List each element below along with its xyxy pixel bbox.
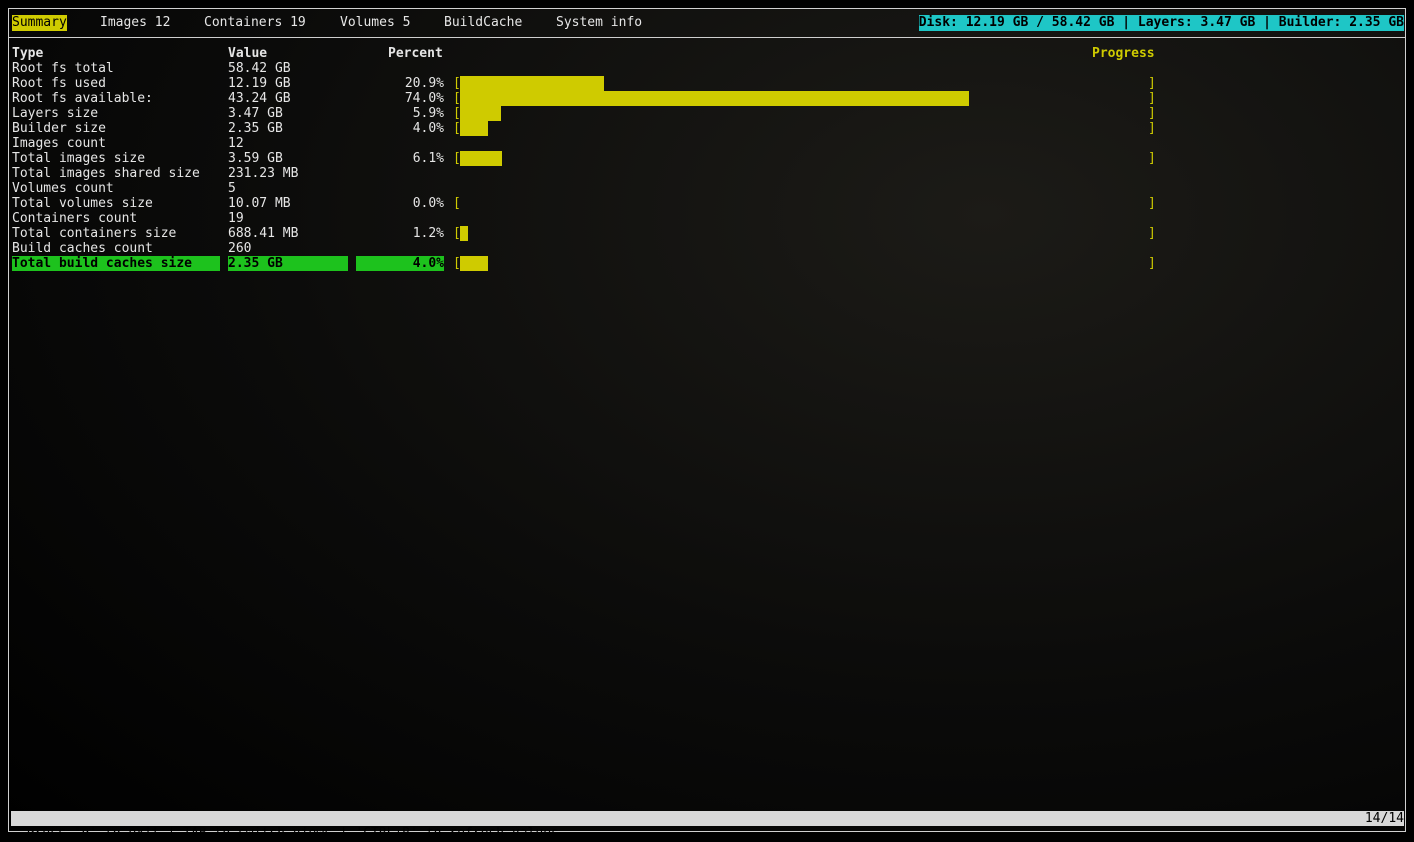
table-row[interactable]: Root fs used 12.19 GB 20.9%[] xyxy=(12,76,1162,91)
progress-bar-fill xyxy=(460,151,502,166)
progress-bracket-close: ] xyxy=(1148,256,1156,271)
progress-bracket-close: ] xyxy=(1148,106,1156,121)
row-percent: 4.0% xyxy=(356,256,444,271)
progress-bracket-close: ] xyxy=(1148,76,1156,91)
row-value: 43.24 GB xyxy=(228,91,291,106)
row-type: Total volumes size xyxy=(12,196,153,211)
table-row[interactable]: Root fs available: 43.24 GB 74.0%[] xyxy=(12,91,1162,106)
row-type: Root fs available: xyxy=(12,91,153,106)
progress-bar-fill xyxy=(460,121,488,136)
table-row[interactable]: Layers size 3.47 GB 5.9%[] xyxy=(12,106,1162,121)
row-percent xyxy=(356,136,444,151)
progress-bracket-close: ] xyxy=(1148,121,1156,136)
progress-bar-fill xyxy=(460,106,501,121)
table-row[interactable]: Total images size 3.59 GB 6.1%[] xyxy=(12,151,1162,166)
row-percent xyxy=(356,181,444,196)
progress-bar-fill xyxy=(460,256,488,271)
row-type: Total images size xyxy=(12,151,146,166)
row-type: Root fs used xyxy=(12,76,106,91)
row-percent: 0.0% xyxy=(412,196,444,211)
tab-bar: Summary Images 12 Containers 19 Volumes … xyxy=(12,15,642,31)
row-type: Root fs total xyxy=(12,61,114,76)
row-value: 10.07 MB xyxy=(228,196,291,211)
row-type: Containers count xyxy=(12,211,138,226)
table-row[interactable]: Total containers size 688.41 MB 1.2%[] xyxy=(12,226,1162,241)
row-percent: 1.2% xyxy=(412,226,444,241)
row-percent xyxy=(356,241,444,256)
table-row[interactable]: Root fs total 58.42 GB xyxy=(12,61,1162,76)
row-percent xyxy=(356,211,444,226)
tab-system-info[interactable]: System info xyxy=(556,15,642,31)
column-header-progress: Progress xyxy=(1092,46,1155,61)
progress-bar-fill xyxy=(460,226,468,241)
progress-bracket-close: ] xyxy=(1148,196,1156,211)
row-value: 688.41 MB xyxy=(228,226,299,241)
row-type: Images count xyxy=(12,136,106,151)
table-row[interactable]: Containers count 19 xyxy=(12,211,1162,226)
table-row[interactable]: Images count 12 xyxy=(12,136,1162,151)
progress-bracket-close: ] xyxy=(1148,226,1156,241)
column-header-value: Value xyxy=(228,46,268,61)
row-percent: 5.9% xyxy=(412,106,444,121)
row-value: 12.19 GB xyxy=(228,76,291,91)
table-row[interactable]: Build caches count 260 xyxy=(12,241,1162,256)
tab-buildcache[interactable]: BuildCache xyxy=(444,15,522,31)
row-type: Total build caches size xyxy=(12,256,220,271)
row-type: Builder size xyxy=(12,121,106,136)
table-row[interactable]: Volumes count 5 xyxy=(12,181,1162,196)
row-value: 3.59 GB xyxy=(228,151,283,166)
row-percent: 20.9% xyxy=(404,76,444,91)
progress-bracket-close: ] xyxy=(1148,151,1156,166)
row-percent xyxy=(356,61,444,76)
tab-summary[interactable]: Summary xyxy=(12,15,67,31)
row-percent: 74.0% xyxy=(404,91,444,106)
column-header-type: Type xyxy=(12,46,44,61)
row-value: 2.35 GB xyxy=(228,256,348,271)
progress-bar-fill xyxy=(460,91,969,106)
row-position-indicator: 14/14 xyxy=(1364,811,1404,826)
row-percent: 4.0% xyxy=(412,121,444,136)
tab-volumes[interactable]: Volumes 5 xyxy=(340,15,410,31)
row-value: 5 xyxy=(228,181,236,196)
row-value: 260 xyxy=(228,241,252,256)
table-row[interactable]: Total volumes size 10.07 MB 0.0% [] xyxy=(12,196,1162,211)
row-type: Layers size xyxy=(12,106,99,121)
row-type: Total containers size xyxy=(12,226,177,241)
progress-bracket-close: ] xyxy=(1148,91,1156,106)
table-row[interactable]: Total build caches size 2.35 GB 4.0%[] xyxy=(12,256,1162,271)
tab-images[interactable]: Images 12 xyxy=(100,15,170,31)
row-percent xyxy=(356,166,444,181)
row-value: 58.42 GB xyxy=(228,61,291,76)
row-type: Total images shared size xyxy=(12,166,200,181)
status-bar: Press 'q' to exit | TAB to switch views … xyxy=(11,811,1404,841)
progress-bar-fill xyxy=(460,76,604,91)
column-header-percent: Percent xyxy=(388,46,443,61)
row-value: 3.47 GB xyxy=(228,106,283,121)
row-value: 2.35 GB xyxy=(228,121,283,136)
row-value: 19 xyxy=(228,211,244,226)
row-value: 12 xyxy=(228,136,244,151)
table-row[interactable]: Builder size 2.35 GB 4.0%[] xyxy=(12,121,1162,136)
disk-usage-summary: Disk: 12.19 GB / 58.42 GB | Layers: 3.47… xyxy=(918,15,1404,31)
row-type: Build caches count xyxy=(12,241,153,256)
tab-divider xyxy=(9,37,1405,38)
help-text: Press 'q' to exit | TAB to switch views … xyxy=(26,826,559,841)
table-row[interactable]: Total images shared size 231.23 MB xyxy=(12,166,1162,181)
tab-containers[interactable]: Containers 19 xyxy=(204,15,306,31)
row-value: 231.23 MB xyxy=(228,166,299,181)
row-percent: 6.1% xyxy=(412,151,444,166)
row-type: Volumes count xyxy=(12,181,114,196)
progress-bracket-open: [ xyxy=(453,196,461,211)
